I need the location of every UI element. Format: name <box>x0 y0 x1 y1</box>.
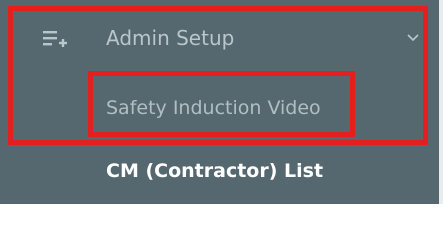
page-edge <box>439 0 443 204</box>
sidebar-menu: Admin Setup Safety Induction Video CM (C… <box>0 0 439 204</box>
highlight-box-safety-induction-video <box>88 71 355 137</box>
submenu-item-cm-contractor-list[interactable]: CM (Contractor) List <box>106 159 323 183</box>
